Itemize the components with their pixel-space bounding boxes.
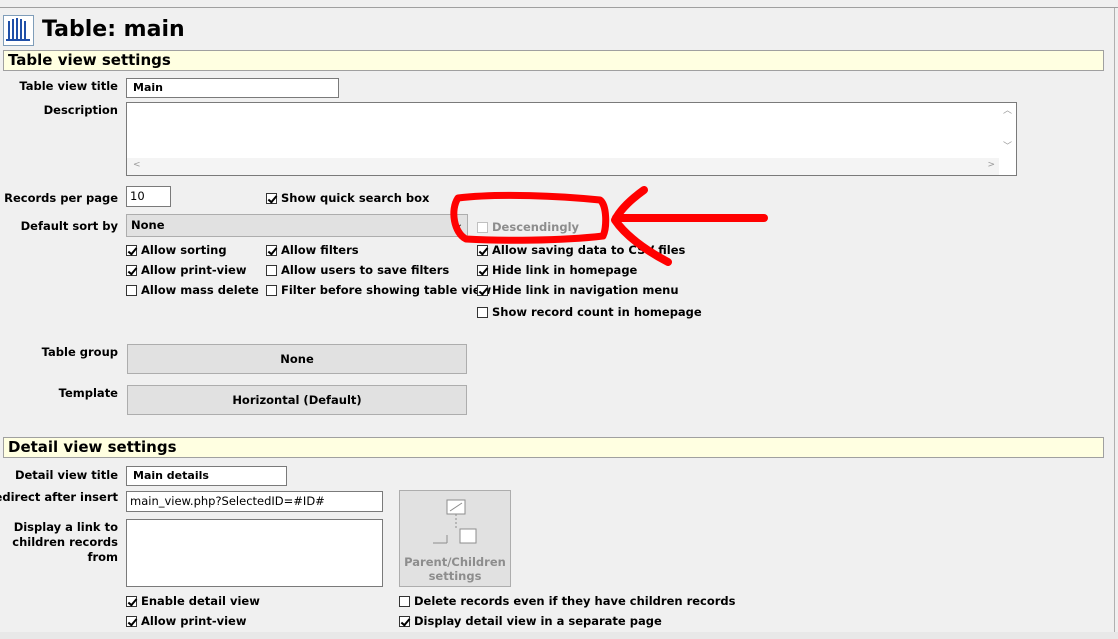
checkbox-label: Allow sorting (141, 243, 227, 257)
allow-save-filters-checkbox[interactable]: Allow users to save filters (266, 263, 449, 277)
default-sort-value: None (131, 218, 165, 232)
checkbox-box[interactable] (477, 221, 488, 233)
chevron-down-icon[interactable]: ⌄ (455, 215, 463, 235)
redirect-after-insert-label: Redirect after insert (0, 490, 118, 504)
checkbox-box[interactable] (477, 264, 488, 276)
checkbox-label: Allow saving data to CSV files (492, 243, 686, 257)
checkbox-box[interactable] (126, 244, 137, 256)
checkbox-box[interactable] (266, 264, 277, 276)
checkbox-label: Descendingly (492, 220, 580, 234)
detail-allow-print-view-checkbox[interactable]: Allow print-view (126, 614, 246, 628)
table-group-label: Table group (41, 345, 118, 359)
scroll-down-icon[interactable]: ﹀ (1003, 143, 1012, 152)
checkbox-label: Enable detail view (141, 594, 260, 608)
checkbox-label: Allow users to save filters (281, 263, 450, 277)
template-button[interactable]: Horizontal (Default) (127, 385, 467, 415)
records-per-page-input[interactable]: 10 (126, 186, 171, 207)
allow-filters-checkbox[interactable]: Allow filters (266, 243, 359, 257)
checkbox-box[interactable] (477, 306, 488, 318)
delete-records-children-checkbox[interactable]: Delete records even if they have childre… (399, 594, 736, 608)
checkbox-box[interactable] (477, 244, 488, 256)
window-edge (1114, 8, 1115, 639)
checkbox-label: Allow mass delete (141, 283, 259, 297)
parent-children-label: Parent/Children settings (404, 555, 506, 583)
detail-view-title-label: Detail view title (14, 468, 118, 482)
checkbox-label: Filter before showing table view (281, 283, 492, 297)
checkbox-label: Show quick search box (281, 191, 430, 205)
checkbox-label: Allow print-view (141, 263, 247, 277)
checkbox-box[interactable] (126, 264, 137, 276)
records-per-page-label: Records per page (4, 191, 118, 205)
detail-separate-page-checkbox[interactable]: Display detail view in a separate page (399, 614, 662, 628)
checkbox-label: Hide link in navigation menu (492, 283, 679, 297)
checkbox-label: Display detail view in a separate page (414, 614, 662, 628)
top-status-strip (0, 0, 1118, 8)
table-view-title-label: Table view title (19, 79, 118, 93)
template-label: Template (58, 386, 118, 400)
description-label: Description (43, 103, 118, 117)
checkbox-label: Show record count in homepage (492, 305, 702, 319)
filter-before-showing-checkbox[interactable]: Filter before showing table view (266, 283, 491, 297)
checkbox-box[interactable] (266, 284, 277, 296)
checkbox-box[interactable] (266, 244, 277, 256)
allow-sorting-checkbox[interactable]: Allow sorting (126, 243, 227, 257)
redirect-after-insert-input[interactable]: main_view.php?SelectedID=#ID# (126, 491, 383, 512)
checkbox-box[interactable] (399, 615, 410, 627)
scroll-up-icon[interactable]: ︿ (1003, 107, 1012, 116)
allow-csv-checkbox[interactable]: Allow saving data to CSV files (477, 243, 685, 257)
checkbox-box[interactable] (477, 284, 488, 296)
show-quick-search-checkbox[interactable]: Show quick search box (266, 191, 429, 205)
checkbox-box[interactable] (126, 595, 137, 607)
description-vscroll[interactable]: ︿ ﹀ (999, 103, 1016, 158)
checkbox-box[interactable] (126, 615, 137, 627)
checkbox-label: Allow filters (281, 243, 359, 257)
descendingly-checkbox[interactable]: Descendingly (477, 220, 579, 234)
checkbox-box[interactable] (126, 284, 137, 296)
allow-mass-delete-checkbox[interactable]: Allow mass delete (126, 283, 259, 297)
checkbox-label: Hide link in homepage (492, 263, 638, 277)
show-record-count-checkbox[interactable]: Show record count in homepage (477, 305, 702, 319)
description-hscroll[interactable]: < > (127, 158, 999, 175)
page-title: Table: main (42, 17, 185, 42)
allow-print-view-checkbox[interactable]: Allow print-view (126, 263, 246, 277)
hide-link-homepage-checkbox[interactable]: Hide link in homepage (477, 263, 637, 277)
description-textarea[interactable]: ︿ ﹀ < > (126, 102, 1017, 176)
children-records-list[interactable] (126, 519, 383, 587)
table-view-title-input[interactable]: Main (126, 78, 339, 98)
table-group-button[interactable]: None (127, 344, 467, 374)
scroll-right-icon[interactable]: > (987, 161, 995, 170)
horizontal-scrollbar[interactable] (0, 632, 1118, 639)
hide-link-nav-menu-checkbox[interactable]: Hide link in navigation menu (477, 283, 679, 297)
enable-detail-view-checkbox[interactable]: Enable detail view (126, 594, 260, 608)
checkbox-label: Delete records even if they have childre… (414, 594, 736, 608)
hierarchy-icon (433, 499, 477, 544)
parent-children-settings-button[interactable]: Parent/Children settings (399, 490, 511, 587)
detail-view-section-header: Detail view settings (3, 437, 1104, 458)
children-link-label: Display a link to children records from (12, 520, 118, 564)
table-icon (3, 15, 34, 46)
checkbox-box[interactable] (399, 595, 410, 607)
scroll-left-icon[interactable]: < (133, 161, 141, 170)
default-sort-label: Default sort by (20, 219, 118, 233)
default-sort-select[interactable]: None ⌄ (126, 214, 468, 237)
detail-view-title-input[interactable]: Main details (126, 466, 287, 486)
table-view-section-header: Table view settings (3, 50, 1104, 71)
checkbox-box[interactable] (266, 192, 277, 204)
checkbox-label: Allow print-view (141, 614, 247, 628)
